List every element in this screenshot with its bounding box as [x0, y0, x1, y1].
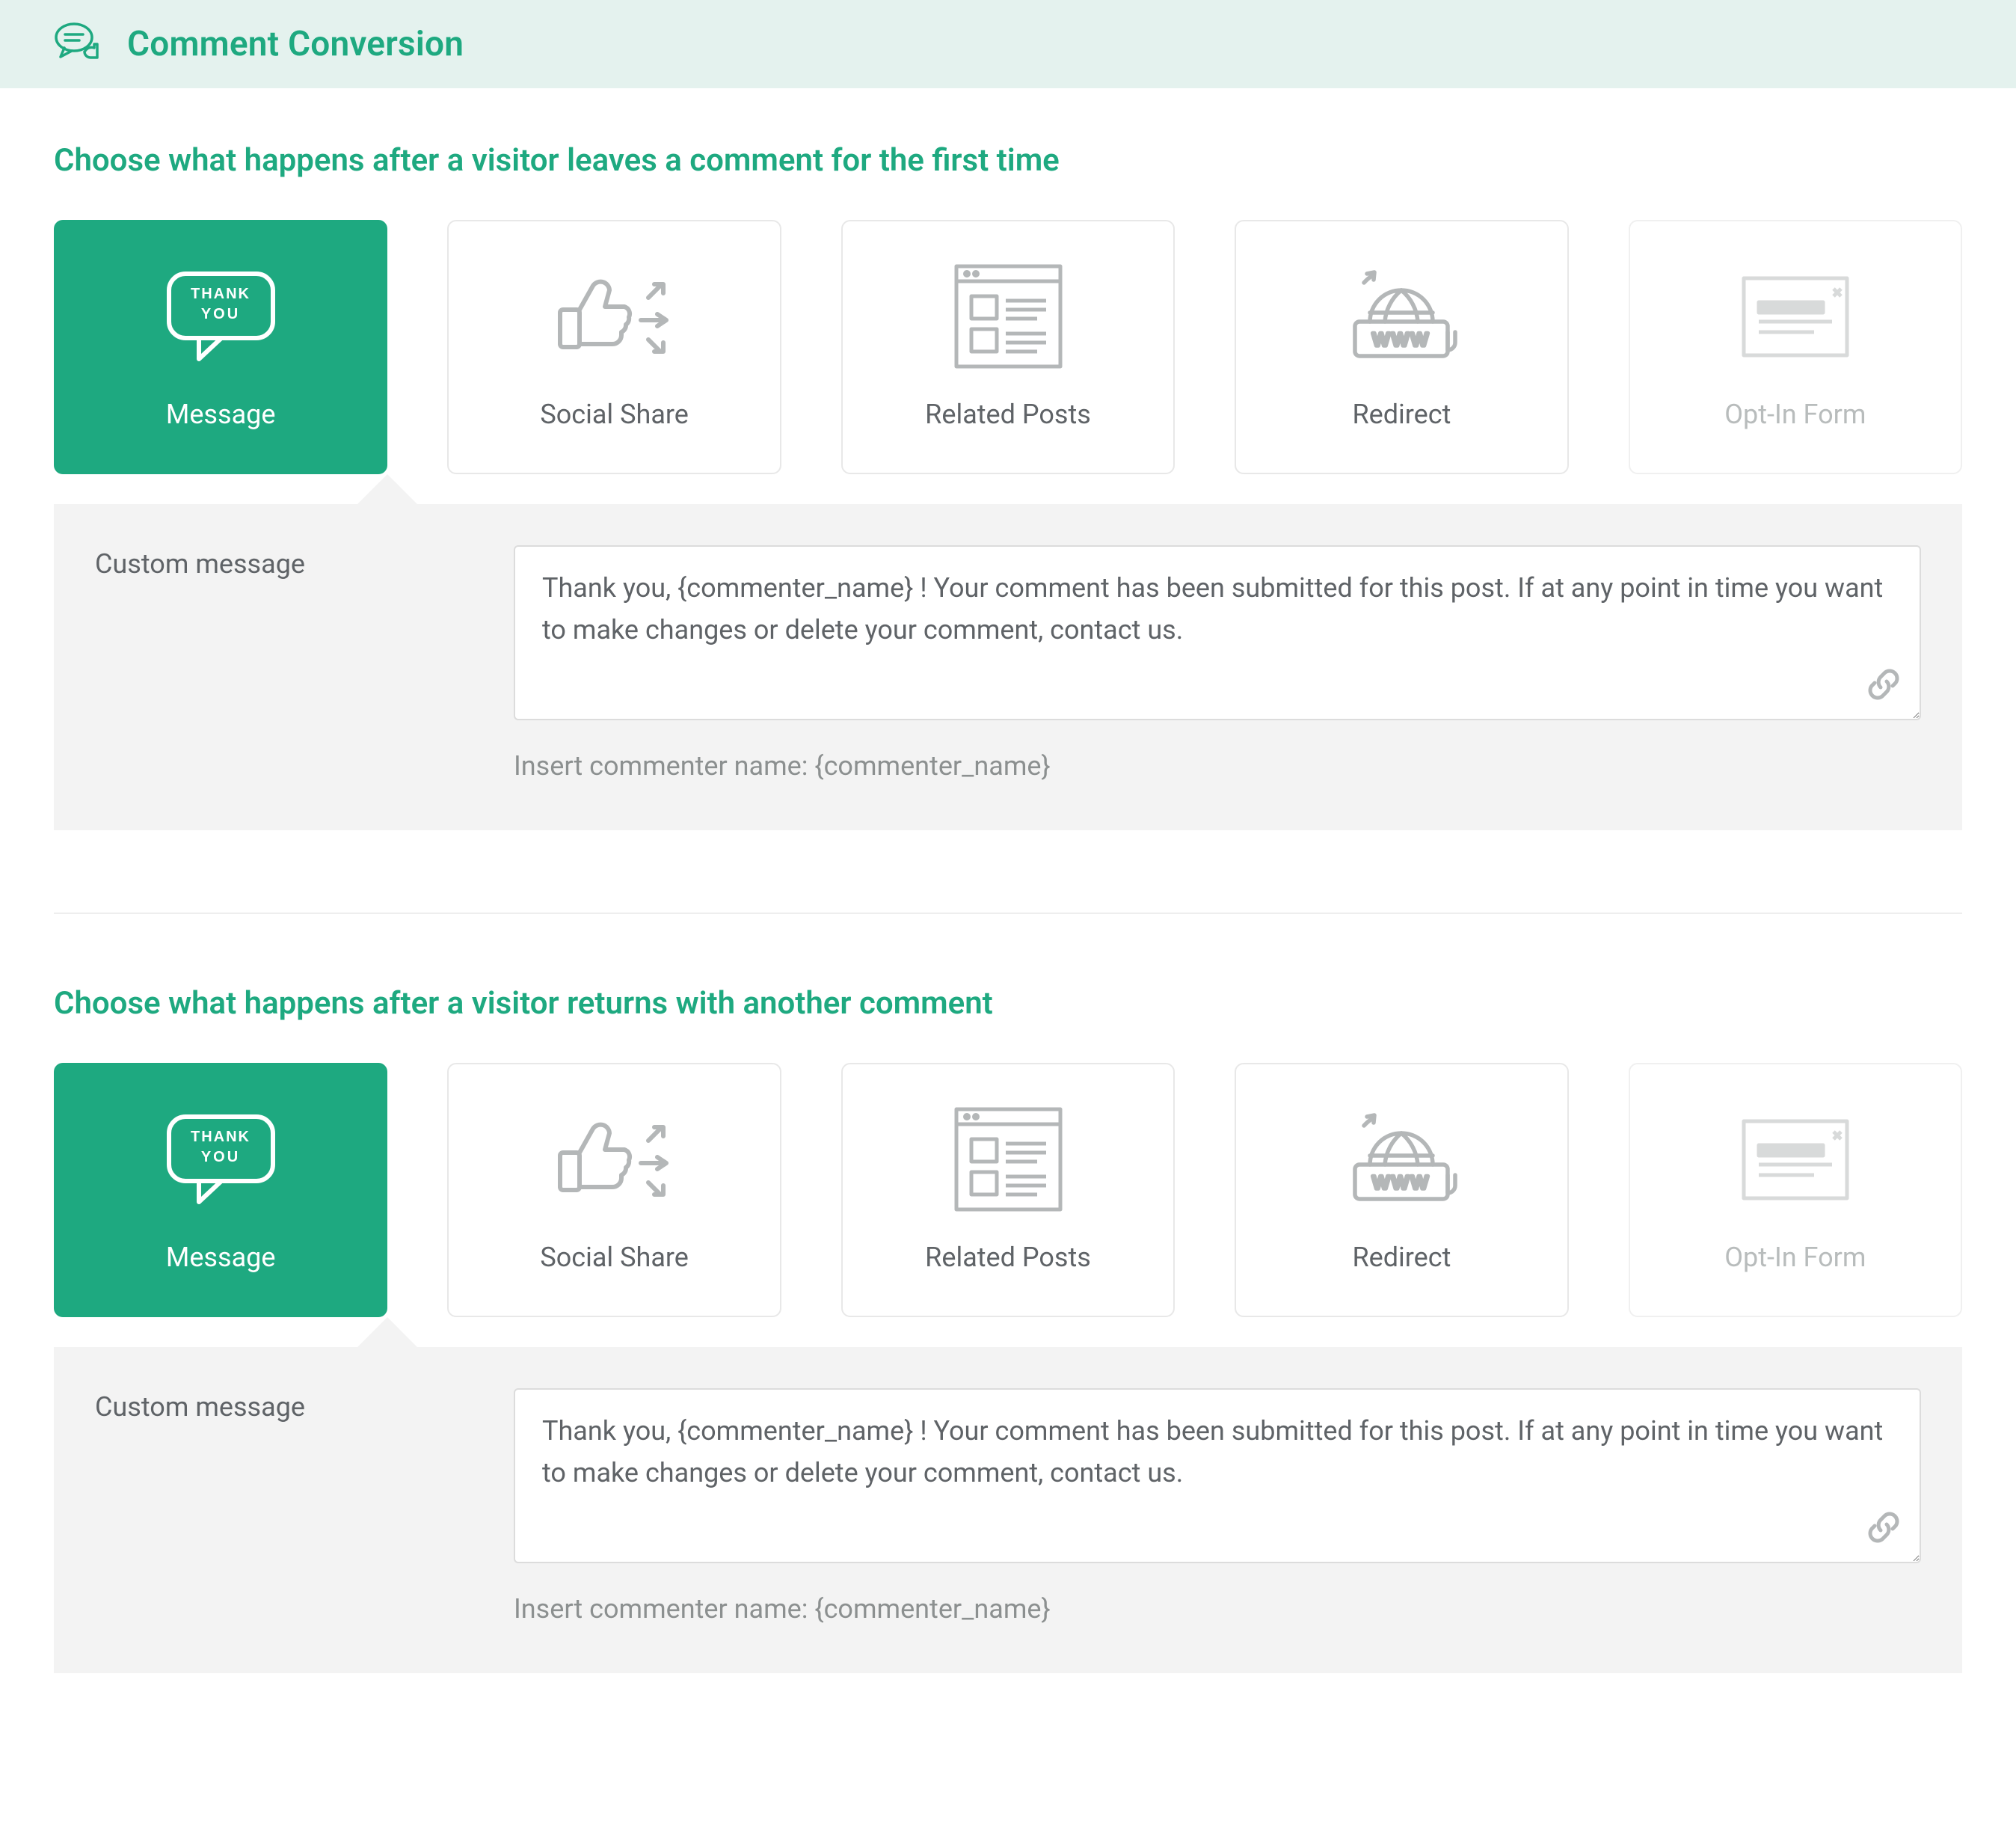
related-posts-icon — [950, 1107, 1066, 1212]
svg-text:THANK: THANK — [191, 1129, 251, 1145]
custom-message-panel-returning: Custom message Insert commenter name: {c… — [54, 1347, 1962, 1673]
page-title: Comment Conversion — [127, 24, 464, 64]
svg-text:YOU: YOU — [201, 1149, 240, 1165]
active-card-pointer — [54, 1317, 1962, 1347]
insert-link-icon[interactable] — [1866, 1509, 1902, 1548]
card-redirect[interactable]: WWW Redirect — [1235, 220, 1568, 474]
commenter-name-hint: Insert commenter name: {commenter_name} — [514, 750, 1921, 782]
share-thumb-icon — [553, 1107, 676, 1212]
section-title-returning: Choose what happens after a visitor retu… — [54, 985, 1962, 1022]
custom-message-textarea[interactable] — [515, 1390, 1920, 1562]
thank-you-bubble-icon: THANK YOU — [163, 1107, 279, 1212]
card-optin-form: Opt-In Form — [1629, 220, 1962, 474]
card-message[interactable]: THANK YOU Message — [54, 1063, 387, 1317]
share-thumb-icon — [553, 264, 676, 369]
card-label: Redirect — [1352, 399, 1451, 430]
redirect-globe-icon: WWW — [1342, 1107, 1461, 1212]
card-label: Social Share — [540, 399, 689, 430]
svg-text:YOU: YOU — [201, 306, 240, 322]
card-label: Opt-In Form — [1724, 399, 1866, 430]
thank-you-bubble-icon: THANK YOU — [163, 264, 279, 369]
section-title-first-time: Choose what happens after a visitor leav… — [54, 142, 1962, 179]
card-label: Social Share — [540, 1242, 689, 1273]
commenter-name-hint: Insert commenter name: {commenter_name} — [514, 1593, 1921, 1625]
card-redirect[interactable]: WWW Redirect — [1235, 1063, 1568, 1317]
section-divider — [54, 913, 1962, 914]
card-message[interactable]: THANK YOU Message — [54, 220, 387, 474]
card-optin-form: Opt-In Form — [1629, 1063, 1962, 1317]
optin-form-icon — [1739, 1107, 1851, 1212]
card-social-share[interactable]: Social Share — [447, 220, 781, 474]
card-related-posts[interactable]: Related Posts — [841, 1063, 1175, 1317]
related-posts-icon — [950, 264, 1066, 369]
card-related-posts[interactable]: Related Posts — [841, 220, 1175, 474]
card-social-share[interactable]: Social Share — [447, 1063, 781, 1317]
redirect-globe-icon: WWW — [1342, 264, 1461, 369]
card-label: Opt-In Form — [1724, 1242, 1866, 1273]
card-label: Message — [166, 1242, 276, 1273]
active-card-pointer — [54, 474, 1962, 504]
card-row-returning: THANK YOU Message Social Share — [54, 1063, 1962, 1317]
svg-text:WWW: WWW — [1373, 330, 1430, 350]
page-header: Comment Conversion — [0, 0, 2016, 88]
custom-message-textarea[interactable] — [515, 547, 1920, 719]
card-label: Related Posts — [925, 399, 1091, 430]
card-label: Related Posts — [925, 1242, 1091, 1273]
svg-text:THANK: THANK — [191, 286, 251, 302]
card-label: Redirect — [1352, 1242, 1451, 1273]
custom-message-label: Custom message — [95, 545, 484, 782]
insert-link-icon[interactable] — [1866, 666, 1902, 705]
custom-message-label: Custom message — [95, 1388, 484, 1625]
custom-message-panel-first-time: Custom message Insert commenter name: {c… — [54, 504, 1962, 830]
card-row-first-time: THANK YOU Message Social Sha — [54, 220, 1962, 474]
optin-form-icon — [1739, 264, 1851, 369]
comment-conversion-icon — [54, 21, 106, 67]
svg-text:WWW: WWW — [1373, 1173, 1430, 1193]
card-label: Message — [166, 399, 276, 430]
